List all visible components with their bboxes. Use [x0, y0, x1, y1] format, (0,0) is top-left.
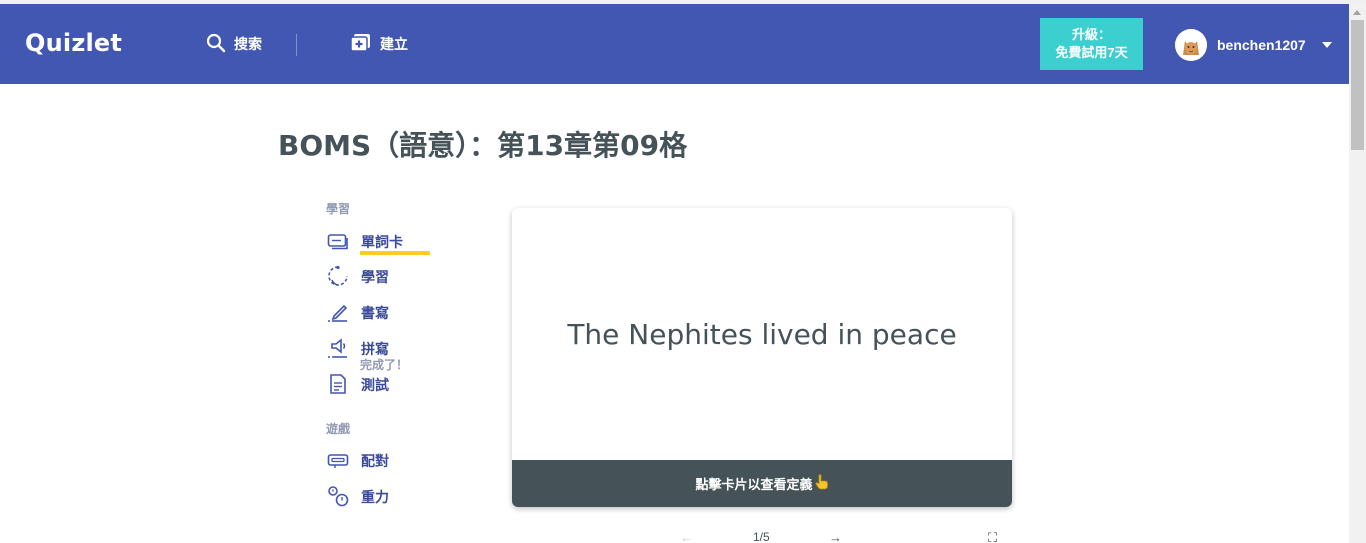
- sidebar-item-label: 學習: [361, 269, 389, 285]
- sidebar-item-gravity[interactable]: 重力: [327, 485, 389, 509]
- sidebar-item-write[interactable]: 書寫: [327, 301, 389, 325]
- create-button[interactable]: 建立: [350, 31, 408, 57]
- pointer-hand-icon: [814, 474, 829, 493]
- sidebar-item-match[interactable]: 配對: [327, 449, 389, 473]
- card-term-text: The Nephites lived in peace: [567, 317, 957, 351]
- upgrade-line1: 升級：: [1071, 27, 1111, 42]
- card-hint-text: 點擊卡片以查看定義: [695, 477, 813, 492]
- flashcard[interactable]: The Nephites lived in peace 點擊卡片以查看定義: [512, 208, 1012, 507]
- search-icon: [206, 33, 226, 56]
- write-icon: [327, 301, 349, 326]
- study-section-label: 學習: [326, 202, 351, 216]
- search-button[interactable]: 搜索: [206, 31, 262, 57]
- sidebar-item-label: 配對: [361, 453, 389, 469]
- sidebar-item-label: 重力: [361, 489, 389, 505]
- user-menu[interactable]: benchen1207: [1175, 28, 1332, 62]
- quizlet-page: Quizlet 搜索 建立 升級： 免費試用7天 benchen1207 BOM…: [0, 0, 1366, 543]
- nav-divider: [296, 34, 297, 56]
- flashcards-icon: [327, 230, 349, 255]
- scrollbar-thumb[interactable]: [1351, 20, 1364, 150]
- next-card-arrow-icon[interactable]: →: [829, 530, 842, 543]
- username: benchen1207: [1217, 37, 1306, 53]
- avatar: [1175, 29, 1207, 61]
- upgrade-line2: 免費試用7天: [1055, 45, 1128, 60]
- sidebar-item-learn[interactable]: 學習: [327, 265, 389, 289]
- gravity-icon: [327, 485, 349, 510]
- previous-card-arrow-icon[interactable]: ←: [680, 530, 693, 543]
- match-icon: [327, 449, 349, 474]
- fullscreen-icon[interactable]: ⛶: [988, 530, 997, 543]
- card-counter: 1/5: [753, 530, 770, 543]
- learn-icon: [327, 265, 349, 290]
- create-label: 建立: [380, 36, 408, 52]
- page-title: BOMS（語意）：第13章第09格: [278, 129, 688, 162]
- sidebar-item-test[interactable]: 測試: [327, 373, 389, 397]
- active-tab-indicator: [360, 251, 430, 255]
- sidebar-item-label: 單詞卡: [361, 234, 403, 250]
- top-nav-bar: Quizlet 搜索 建立 升級： 免費試用7天 benchen1207: [0, 4, 1349, 84]
- games-section-label: 遊戲: [326, 422, 351, 436]
- quizlet-logo[interactable]: Quizlet: [25, 29, 122, 57]
- upgrade-button[interactable]: 升級： 免費試用7天: [1040, 18, 1143, 70]
- search-label: 搜索: [234, 36, 262, 52]
- spell-icon: [327, 337, 349, 362]
- card-footer-hint: 點擊卡片以查看定義: [512, 460, 1012, 507]
- sidebar-item-label: 測試: [361, 377, 389, 393]
- spell-completed-text: 完成了！: [360, 358, 409, 372]
- chevron-down-icon: [1321, 42, 1332, 48]
- test-icon: [327, 373, 349, 398]
- create-plus-icon: [350, 33, 372, 56]
- scroll-up-arrow-icon[interactable]: [1353, 10, 1361, 15]
- sidebar-item-label: 書寫: [361, 305, 389, 321]
